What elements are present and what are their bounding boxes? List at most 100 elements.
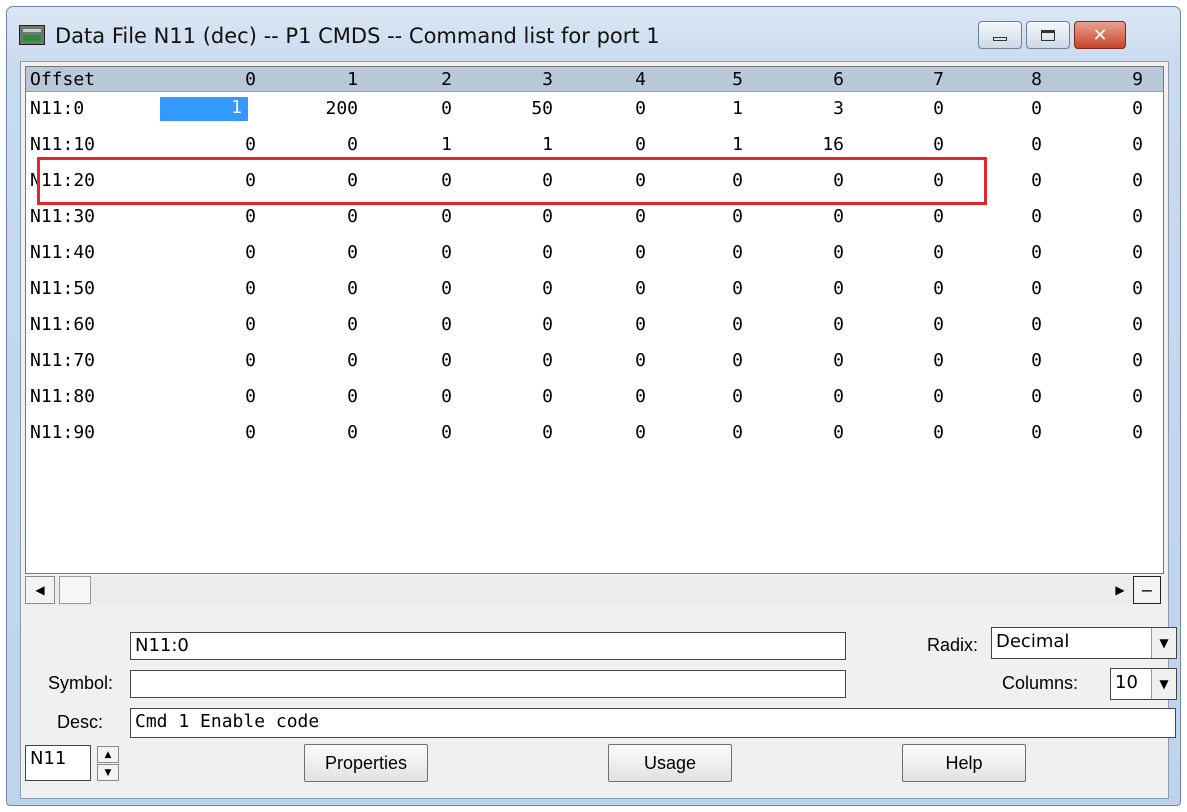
table-cell[interactable]: 0 — [982, 242, 1042, 263]
table-cell[interactable]: 0 — [884, 134, 944, 155]
table-cell[interactable]: 0 — [982, 98, 1042, 119]
table-cell[interactable]: 16 — [784, 134, 844, 155]
close-button[interactable]: ✕ — [1074, 21, 1126, 49]
table-cell[interactable]: 50 — [493, 98, 553, 119]
table-cell[interactable]: 3 — [784, 98, 844, 119]
table-cell[interactable]: 0 — [1083, 350, 1143, 371]
table-cell[interactable]: 0 — [683, 242, 743, 263]
table-cell[interactable]: 0 — [1083, 170, 1143, 191]
table-cell[interactable]: 1 — [683, 98, 743, 119]
table-cell[interactable]: 0 — [1083, 314, 1143, 335]
properties-button[interactable]: Properties — [304, 744, 428, 782]
maximize-button[interactable] — [1026, 21, 1070, 49]
description-field[interactable]: Cmd 1 Enable code — [130, 708, 1176, 738]
table-cell[interactable]: 0 — [683, 278, 743, 299]
table-cell[interactable]: 0 — [493, 350, 553, 371]
table-cell[interactable]: 0 — [884, 98, 944, 119]
table-cell[interactable]: 0 — [298, 278, 358, 299]
table-cell[interactable]: 0 — [196, 242, 256, 263]
usage-button[interactable]: Usage — [608, 744, 732, 782]
table-cell[interactable]: 0 — [392, 98, 452, 119]
table-cell[interactable]: 0 — [982, 206, 1042, 227]
table-cell[interactable]: 0 — [683, 170, 743, 191]
spin-down-button[interactable]: ▼ — [97, 764, 119, 781]
table-cell[interactable]: 0 — [392, 314, 452, 335]
table-cell[interactable]: 0 — [586, 242, 646, 263]
radix-select[interactable]: Decimal ▼ — [991, 627, 1177, 659]
table-cell[interactable]: 0 — [884, 242, 944, 263]
table-cell[interactable]: 0 — [1083, 386, 1143, 407]
table-cell[interactable]: 0 — [683, 206, 743, 227]
table-cell[interactable]: 0 — [196, 350, 256, 371]
table-cell[interactable]: 0 — [784, 350, 844, 371]
table-cell[interactable]: 0 — [493, 206, 553, 227]
table-cell[interactable]: 0 — [493, 278, 553, 299]
table-cell[interactable]: 0 — [1083, 98, 1143, 119]
minimize-button[interactable] — [978, 21, 1022, 49]
title-bar[interactable]: Data File N11 (dec) -- P1 CMDS -- Comman… — [7, 7, 1180, 61]
table-cell[interactable]: 0 — [784, 206, 844, 227]
table-cell[interactable]: 0 — [1083, 206, 1143, 227]
table-cell[interactable]: 0 — [298, 242, 358, 263]
table-cell[interactable]: 0 — [298, 134, 358, 155]
table-cell[interactable]: 0 — [392, 206, 452, 227]
table-cell[interactable]: 0 — [884, 386, 944, 407]
table-cell[interactable]: 0 — [982, 134, 1042, 155]
table-cell[interactable]: 0 — [586, 278, 646, 299]
table-cell[interactable]: 0 — [493, 314, 553, 335]
scroll-right-button[interactable]: ▶ — [1105, 576, 1135, 604]
table-cell[interactable]: 0 — [884, 314, 944, 335]
table-cell[interactable]: 0 — [392, 242, 452, 263]
table-cell[interactable]: 0 — [196, 278, 256, 299]
table-cell[interactable]: 0 — [884, 206, 944, 227]
table-cell[interactable]: 0 — [586, 422, 646, 443]
table-cell[interactable]: 0 — [196, 422, 256, 443]
table-cell[interactable]: 0 — [784, 314, 844, 335]
scroll-thumb[interactable] — [59, 576, 91, 604]
address-field[interactable]: N11:0 — [130, 632, 846, 660]
table-cell[interactable]: 0 — [586, 170, 646, 191]
table-cell[interactable]: 0 — [493, 422, 553, 443]
table-cell[interactable]: 0 — [196, 386, 256, 407]
table-cell[interactable]: 0 — [683, 350, 743, 371]
table-cell[interactable]: 0 — [196, 206, 256, 227]
data-table[interactable]: Offset 0123456789 N11:0 1 200 0 50 0 1 3 0 0 0 N11:… — [25, 66, 1164, 574]
help-button[interactable]: Help — [902, 744, 1026, 782]
table-cell[interactable]: 0 — [392, 170, 452, 191]
scroll-left-button[interactable]: ◀ — [25, 576, 55, 604]
symbol-field[interactable] — [130, 670, 846, 698]
table-cell[interactable]: 1 — [493, 134, 553, 155]
table-cell[interactable]: 0 — [982, 422, 1042, 443]
table-cell[interactable]: 0 — [1083, 134, 1143, 155]
table-cell[interactable]: 0 — [683, 386, 743, 407]
table-cell[interactable]: 0 — [784, 386, 844, 407]
table-cell[interactable]: 1 — [392, 134, 452, 155]
table-cell[interactable]: 0 — [683, 422, 743, 443]
table-cell[interactable]: 0 — [586, 98, 646, 119]
radix-dropdown-button[interactable]: ▼ — [1151, 628, 1176, 658]
horizontal-scrollbar[interactable]: ◀ ▶ — [25, 576, 1135, 606]
table-cell[interactable]: 0 — [982, 278, 1042, 299]
table-cell[interactable]: 0 — [784, 278, 844, 299]
table-cell[interactable]: 0 — [298, 314, 358, 335]
table-cell[interactable]: 0 — [586, 314, 646, 335]
table-cell[interactable]: 0 — [298, 170, 358, 191]
table-cell[interactable]: 0 — [298, 350, 358, 371]
table-cell[interactable]: 0 — [884, 170, 944, 191]
split-button[interactable]: − — [1133, 576, 1161, 604]
spin-up-button[interactable]: ▲ — [97, 746, 119, 763]
table-cell[interactable]: 0 — [196, 170, 256, 191]
table-cell[interactable]: 0 — [982, 314, 1042, 335]
table-cell[interactable]: 0 — [298, 422, 358, 443]
table-cell[interactable]: 0 — [982, 350, 1042, 371]
file-number-field[interactable]: N11 — [25, 745, 91, 781]
columns-dropdown-button[interactable]: ▼ — [1151, 669, 1176, 699]
table-cell[interactable]: 0 — [196, 314, 256, 335]
table-cell[interactable]: 0 — [784, 422, 844, 443]
table-cell[interactable]: 0 — [392, 422, 452, 443]
table-cell[interactable]: 0 — [493, 386, 553, 407]
table-cell[interactable]: 0 — [1083, 422, 1143, 443]
table-cell[interactable]: 0 — [392, 386, 452, 407]
table-cell[interactable]: 0 — [1083, 278, 1143, 299]
table-cell[interactable]: 0 — [298, 206, 358, 227]
